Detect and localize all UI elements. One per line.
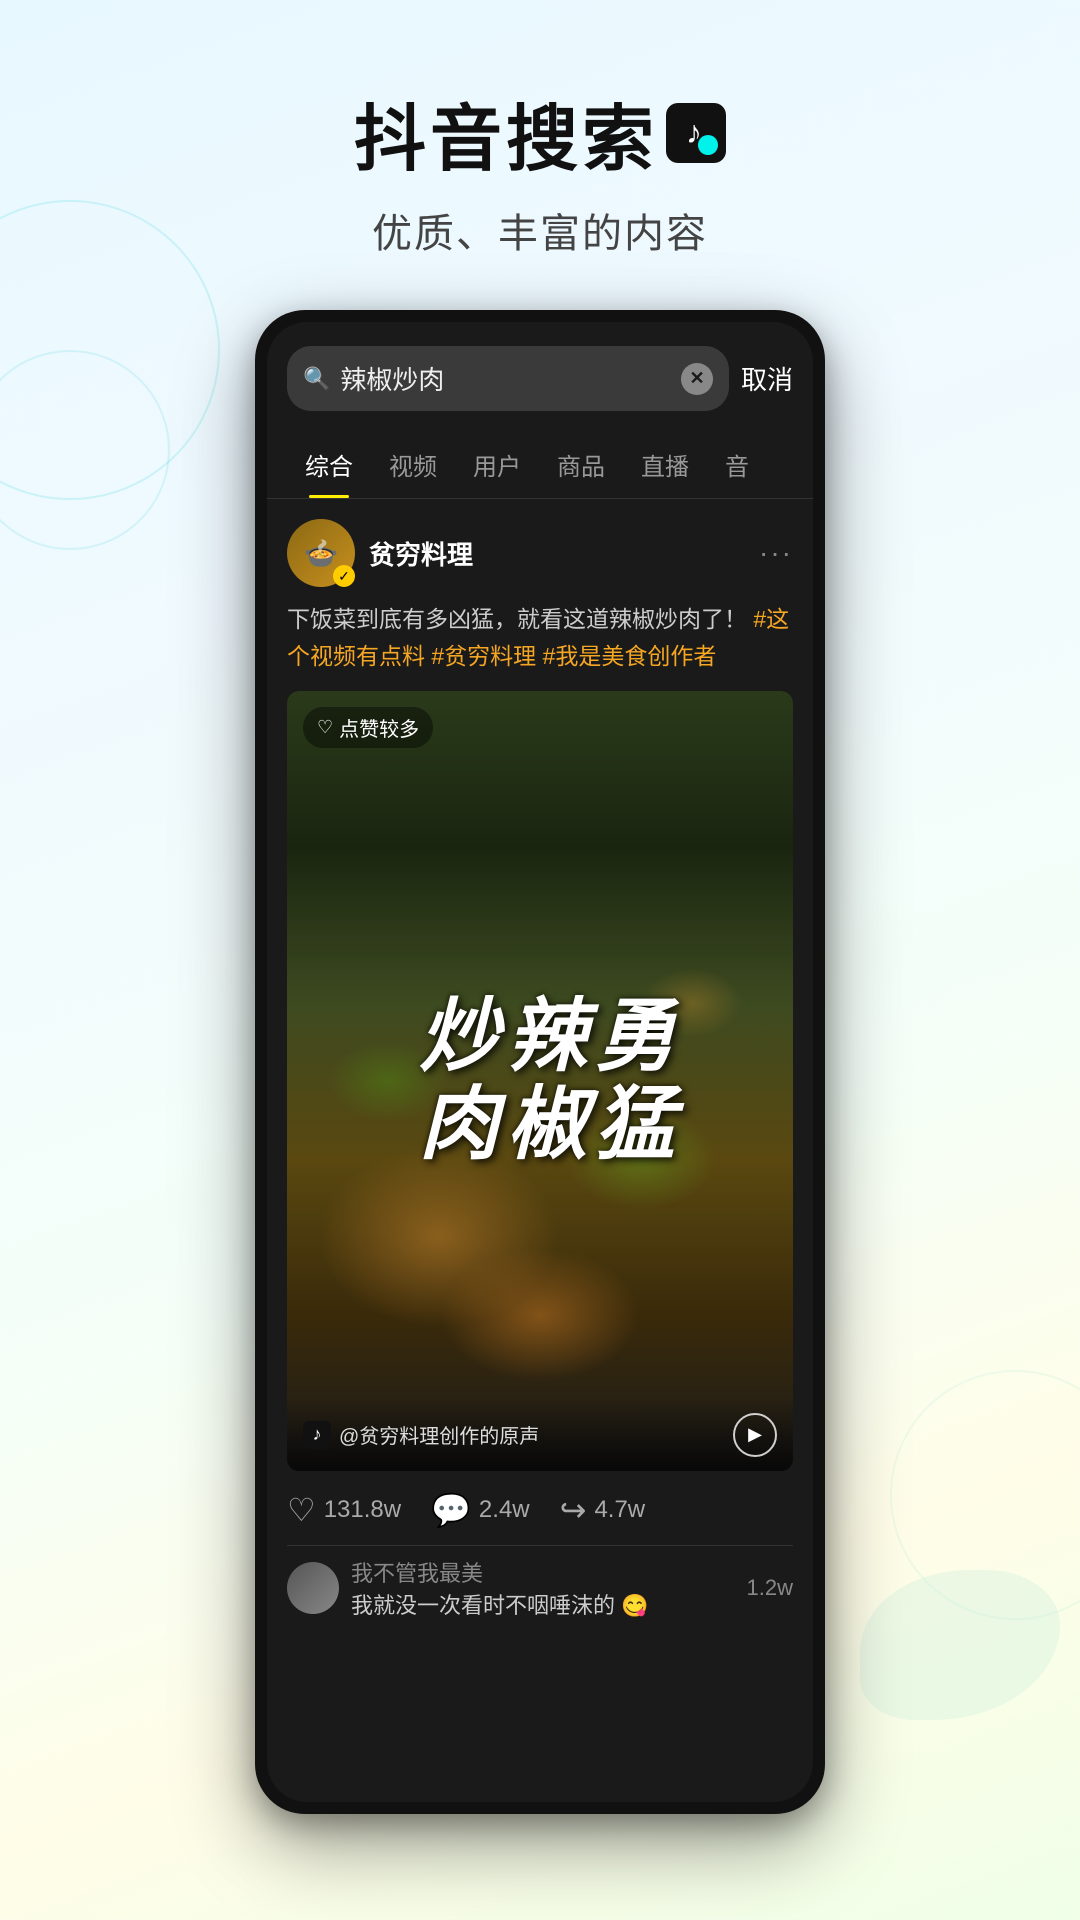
tab-综合[interactable]: 综合 [287, 427, 371, 498]
share-icon: ↪ [560, 1491, 587, 1529]
engagement-row: ♡ 131.8w 💬 2.4w ↪ 4.7w [287, 1471, 793, 1545]
video-text-overlay: 勇猛辣椒炒肉 [287, 691, 793, 1471]
search-bar-row: 🔍 辣椒炒肉 ✕ 取消 [267, 322, 813, 427]
like-icon: ♡ [287, 1491, 316, 1529]
title-text: 抖音搜索 [354, 80, 658, 185]
video-thumbnail[interactable]: ♡ 点赞较多 勇猛辣椒炒肉 ♪ @贫穷料理创作的原声 ▶ [287, 691, 793, 1471]
video-sound-info: ♪ @贫穷料理创作的原声 [303, 1420, 539, 1449]
bg-blob [860, 1570, 1060, 1720]
comment-content: 我不管我最美 我就没一次看时不咽唾沫的 😋 [351, 1556, 735, 1620]
shares-count: 4.7w [594, 1496, 645, 1524]
content-area: 🍲 ✓ 贫穷料理 ··· 下饭菜到底有多凶猛，就看这道辣椒炒肉了！ #这个视频有… [267, 499, 813, 1650]
subtitle: 优质、丰富的内容 [0, 201, 1080, 259]
post-text-main: 下饭菜到底有多凶猛，就看这道辣椒炒肉了！ [287, 606, 747, 632]
search-icon: 🔍 [303, 366, 330, 392]
phone-mockup: 🔍 辣椒炒肉 ✕ 取消 综合 视频 用户 商品 [255, 310, 825, 1814]
tiktok-mini-icon: ♪ [303, 1421, 331, 1449]
phone-frame: 🔍 辣椒炒肉 ✕ 取消 综合 视频 用户 商品 [255, 310, 825, 1814]
post-header: 🍲 ✓ 贫穷料理 ··· [287, 519, 793, 587]
search-input-wrap[interactable]: 🔍 辣椒炒肉 ✕ [287, 346, 729, 411]
phone-screen: 🔍 辣椒炒肉 ✕ 取消 综合 视频 用户 商品 [267, 322, 813, 1802]
commenter-avatar [287, 1562, 339, 1614]
comments-item[interactable]: 💬 2.4w [431, 1491, 530, 1529]
tab-直播[interactable]: 直播 [623, 427, 707, 498]
likes-count: 131.8w [324, 1496, 401, 1524]
app-title: 抖音搜索 ♪ [0, 80, 1080, 185]
video-overlay-chinese: 勇猛辣椒炒肉 [408, 993, 672, 1169]
more-options-button[interactable]: ··· [759, 537, 793, 569]
search-tabs: 综合 视频 用户 商品 直播 音 [267, 427, 813, 499]
comment-text: 我就没一次看时不咽唾沫的 😋 [351, 1588, 735, 1620]
shares-item[interactable]: ↪ 4.7w [560, 1491, 646, 1529]
likes-item[interactable]: ♡ 131.8w [287, 1491, 401, 1529]
sound-label: @贫穷料理创作的原声 [339, 1420, 539, 1449]
tab-商品[interactable]: 商品 [539, 427, 623, 498]
verified-badge: ✓ [333, 565, 355, 587]
comment-count: 1.2w [747, 1575, 793, 1601]
header-section: 抖音搜索 ♪ 优质、丰富的内容 [0, 0, 1080, 299]
comment-icon: 💬 [431, 1491, 471, 1529]
play-button[interactable]: ▶ [733, 1413, 777, 1457]
tab-视频[interactable]: 视频 [371, 427, 455, 498]
tiktok-logo-icon: ♪ [666, 103, 726, 163]
tab-音[interactable]: 音 [707, 427, 767, 498]
commenter-name: 我不管我最美 [351, 1556, 735, 1588]
logo-symbol: ♪ [686, 114, 706, 151]
search-query: 辣椒炒肉 [340, 360, 671, 397]
post-text: 下饭菜到底有多凶猛，就看这道辣椒炒肉了！ #这个视频有点料 #贫穷料理 #我是美… [287, 601, 793, 675]
comment-preview: 我不管我最美 我就没一次看时不咽唾沫的 😋 1.2w [287, 1545, 793, 1630]
video-footer: ♪ @贫穷料理创作的原声 ▶ [287, 1399, 793, 1471]
comments-count: 2.4w [479, 1496, 530, 1524]
author-avatar: 🍲 ✓ [287, 519, 355, 587]
tab-用户[interactable]: 用户 [455, 427, 539, 498]
cancel-button[interactable]: 取消 [741, 360, 793, 397]
author-name[interactable]: 贫穷料理 [369, 535, 759, 572]
search-clear-button[interactable]: ✕ [681, 363, 713, 395]
